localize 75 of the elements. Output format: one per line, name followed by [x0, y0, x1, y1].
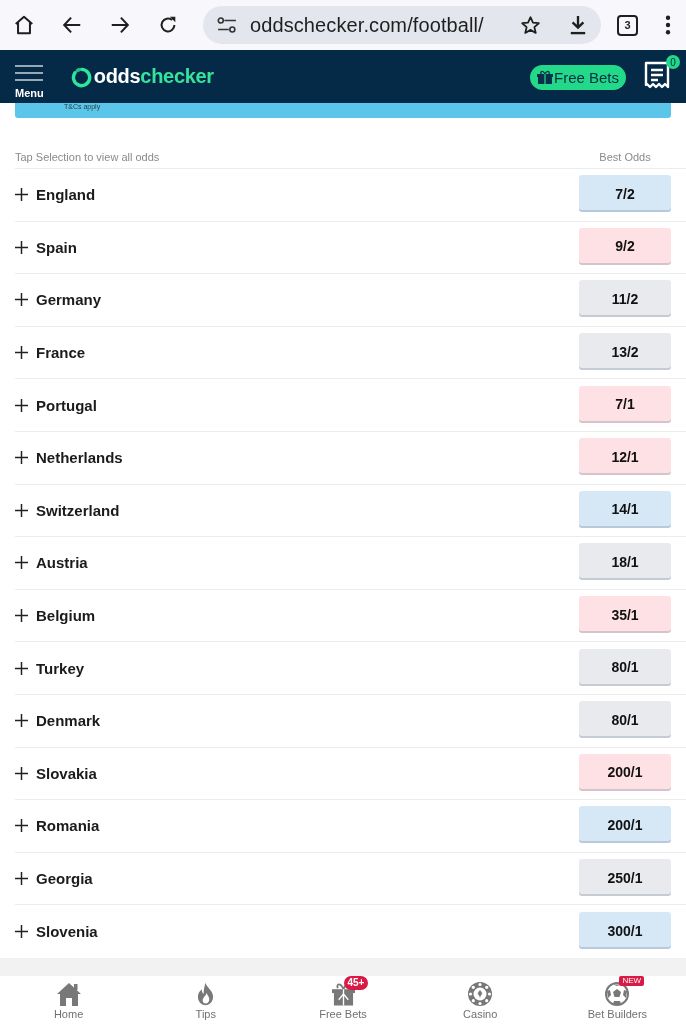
logo-text[interactable]: oddschecker — [93, 65, 214, 88]
flame-icon — [197, 981, 215, 1006]
team-name[interactable]: Netherlands — [36, 449, 123, 467]
column-header: Best Odds — [598, 150, 652, 163]
plus-icon[interactable] — [15, 451, 28, 465]
odds-button[interactable]: 80/1 — [579, 648, 671, 686]
site-settings-icon[interactable] — [217, 17, 237, 33]
free-bets-button[interactable]: Free Bets — [529, 64, 626, 90]
odds-button[interactable]: 18/1 — [579, 543, 671, 581]
team-name[interactable]: Belgium — [36, 607, 96, 625]
plus-icon[interactable] — [15, 925, 28, 939]
odds-button[interactable]: 80/1 — [579, 701, 671, 739]
url-text: oddschecker.com/football/ — [250, 13, 484, 37]
nav-item[interactable]: Casino — [411, 975, 549, 1024]
team-name[interactable]: Romania — [36, 817, 100, 835]
plus-icon[interactable] — [15, 346, 28, 360]
odds-button[interactable]: 7/2 — [579, 175, 671, 213]
plus-icon[interactable] — [15, 714, 28, 728]
odds-button[interactable]: 35/1 — [579, 596, 671, 634]
plus-icon[interactable] — [15, 503, 28, 517]
plus-icon[interactable] — [15, 819, 28, 833]
odds-button[interactable]: 14/1 — [579, 490, 671, 528]
team-name[interactable]: Turkey — [36, 659, 85, 677]
odds-button[interactable]: 11/2 — [579, 280, 671, 318]
team-name[interactable]: Denmark — [36, 712, 101, 730]
tab-count-button[interactable]: 3 — [617, 14, 638, 36]
odds-button[interactable]: 200/1 — [579, 806, 671, 844]
odds-button[interactable]: 250/1 — [579, 859, 671, 896]
football-icon — [605, 981, 630, 1006]
plus-icon[interactable] — [15, 609, 28, 623]
odds-button[interactable]: 9/2 — [579, 227, 671, 265]
nav-item[interactable]: Home — [0, 975, 138, 1024]
bet-slip-icon[interactable] — [644, 61, 670, 91]
address-bar[interactable]: oddschecker.com/football/ — [203, 6, 601, 44]
odds-button[interactable]: 300/1 — [579, 912, 671, 950]
team-name[interactable]: Switzerland — [36, 501, 120, 519]
column-header: Tap Selection to view all odds — [15, 150, 160, 163]
odds-button[interactable]: 12/1 — [579, 438, 671, 476]
odds-button[interactable]: 7/1 — [579, 385, 671, 423]
plus-icon[interactable] — [15, 240, 28, 254]
back-icon[interactable] — [61, 14, 83, 36]
nav-item[interactable]: 45+ Free Bets — [274, 975, 412, 1024]
team-name[interactable]: Portugal — [36, 396, 97, 414]
team-name[interactable]: Spain — [36, 238, 77, 256]
team-name[interactable]: England — [36, 186, 96, 204]
team-name[interactable]: France — [36, 344, 86, 362]
nav-item[interactable]: NEW Bet Builders — [548, 975, 686, 1024]
team-name[interactable]: Austria — [36, 554, 88, 572]
plus-icon[interactable] — [15, 556, 28, 570]
team-name[interactable]: Germany — [36, 291, 102, 309]
home-icon[interactable] — [13, 14, 35, 36]
plus-icon[interactable] — [15, 661, 28, 675]
plus-icon[interactable] — [15, 188, 28, 202]
odds-button[interactable]: 200/1 — [579, 753, 671, 791]
plus-icon[interactable] — [15, 398, 28, 412]
hamburger-icon — [15, 64, 44, 81]
nav-item[interactable]: Tips — [137, 975, 275, 1024]
nav-badge: NEW — [619, 975, 645, 986]
team-name[interactable]: Slovakia — [36, 764, 97, 782]
team-name[interactable]: Georgia — [36, 870, 93, 887]
house-icon — [55, 981, 82, 1006]
odds-button[interactable]: 13/2 — [579, 333, 671, 371]
menu-button[interactable]: Menu — [15, 54, 44, 99]
plus-icon[interactable] — [15, 872, 28, 885]
download-icon[interactable] — [569, 15, 587, 35]
more-icon[interactable] — [665, 15, 671, 35]
team-name[interactable]: Slovenia — [36, 923, 98, 941]
logo-ring-icon — [70, 66, 92, 88]
star-icon[interactable] — [520, 14, 541, 36]
gift-icon — [536, 70, 553, 84]
forward-icon[interactable] — [109, 14, 131, 36]
casino-chip-icon — [468, 981, 493, 1006]
plus-icon[interactable] — [15, 766, 28, 780]
plus-icon[interactable] — [15, 293, 28, 307]
bet-slip-count-badge: 0 — [666, 55, 680, 69]
